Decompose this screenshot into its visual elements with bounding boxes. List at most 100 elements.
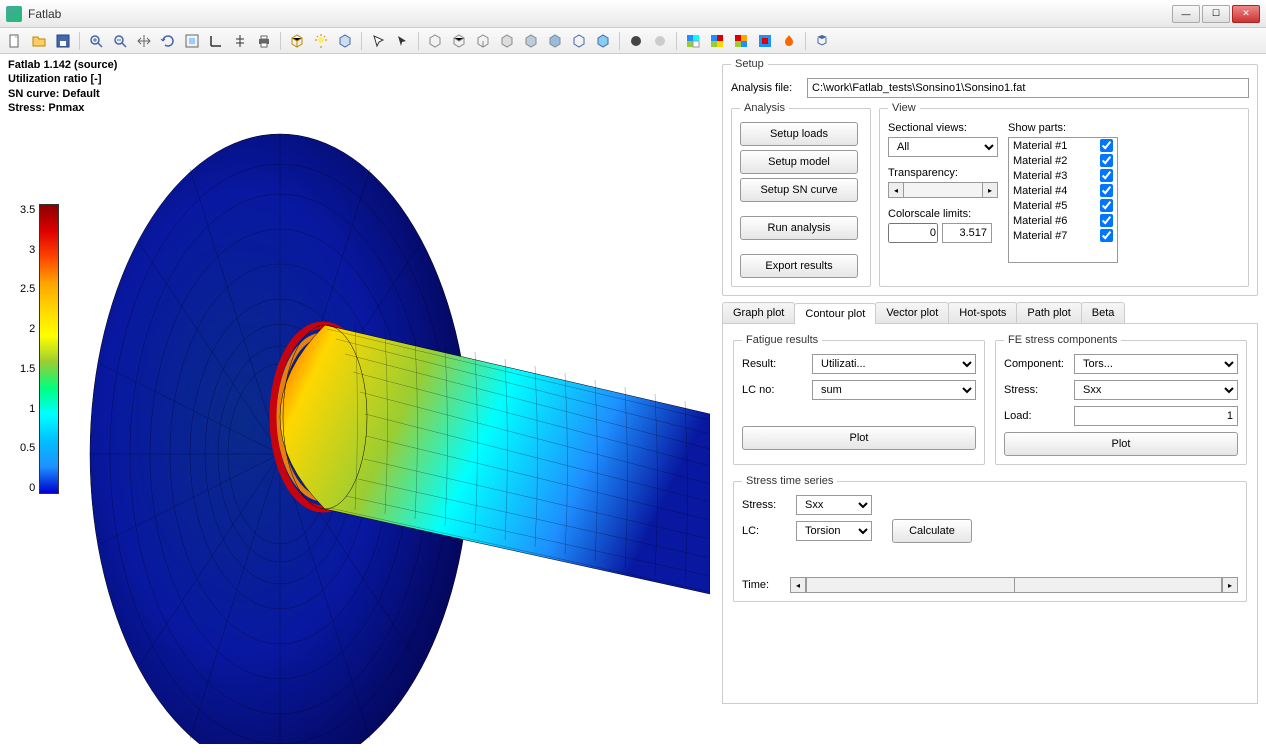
- part-checkbox[interactable]: [1100, 139, 1113, 152]
- setup-sn-button[interactable]: Setup SN curve: [740, 178, 858, 202]
- cube3-icon[interactable]: [472, 30, 494, 52]
- part-row[interactable]: Material #2: [1009, 153, 1117, 168]
- part-row[interactable]: Material #6: [1009, 213, 1117, 228]
- app-icon: [6, 6, 22, 22]
- time-slider-right-icon[interactable]: ▸: [1222, 577, 1238, 593]
- overlay-ratio: Utilization ratio [-]: [8, 72, 117, 86]
- tab-hot-spots[interactable]: Hot-spots: [948, 302, 1017, 323]
- transparency-slider[interactable]: ◂ ▸: [888, 182, 998, 198]
- cube1-icon[interactable]: [424, 30, 446, 52]
- select-icon[interactable]: [367, 30, 389, 52]
- setup-model-button[interactable]: Setup model: [740, 150, 858, 174]
- palette1-icon[interactable]: [682, 30, 704, 52]
- ts-lc-label: LC:: [742, 525, 790, 537]
- main-toolbar: [0, 28, 1266, 54]
- cube4-icon[interactable]: [496, 30, 518, 52]
- sphere-light-icon[interactable]: [649, 30, 671, 52]
- fit-view-icon[interactable]: [181, 30, 203, 52]
- part-label: Material #7: [1013, 230, 1067, 242]
- cube7-icon[interactable]: [568, 30, 590, 52]
- ts-lc-select[interactable]: Torsion: [796, 521, 872, 541]
- part-checkbox[interactable]: [1100, 184, 1113, 197]
- zoom-out-icon[interactable]: [109, 30, 131, 52]
- load-input[interactable]: [1074, 406, 1238, 426]
- maximize-button[interactable]: ☐: [1202, 5, 1230, 23]
- result-select[interactable]: Utilizati...: [812, 354, 976, 374]
- palette4-icon[interactable]: [754, 30, 776, 52]
- zoom-in-icon[interactable]: [85, 30, 107, 52]
- tab-beta[interactable]: Beta: [1081, 302, 1126, 323]
- part-checkbox[interactable]: [1100, 214, 1113, 227]
- light-icon[interactable]: [310, 30, 332, 52]
- pan-icon[interactable]: [133, 30, 155, 52]
- cube2-icon[interactable]: [448, 30, 470, 52]
- slider-right-icon[interactable]: ▸: [982, 182, 998, 198]
- ts-stress-select[interactable]: Sxx: [796, 495, 872, 515]
- part-row[interactable]: Material #5: [1009, 198, 1117, 213]
- colorbar-tick: 1: [20, 403, 35, 415]
- part-row[interactable]: Material #1: [1009, 138, 1117, 153]
- parts-list[interactable]: Material #1Material #2Material #3 Materia…: [1008, 137, 1118, 263]
- result-label: Result:: [742, 358, 806, 370]
- festress-plot-button[interactable]: Plot: [1004, 432, 1238, 456]
- component-label: Component:: [1004, 358, 1068, 370]
- new-file-icon[interactable]: [4, 30, 26, 52]
- fatigue-plot-button[interactable]: Plot: [742, 426, 976, 450]
- lcno-select[interactable]: sum: [812, 380, 976, 400]
- calculate-button[interactable]: Calculate: [892, 519, 972, 543]
- palette2-icon[interactable]: [706, 30, 728, 52]
- part-checkbox[interactable]: [1100, 199, 1113, 212]
- fe-stress-select[interactable]: Sxx: [1074, 380, 1238, 400]
- print-icon[interactable]: [253, 30, 275, 52]
- run-analysis-button[interactable]: Run analysis: [740, 216, 858, 240]
- colorbar-tick: 3.5: [20, 204, 35, 216]
- cube6-icon[interactable]: [544, 30, 566, 52]
- minimize-button[interactable]: —: [1172, 5, 1200, 23]
- part-row[interactable]: Material #4: [1009, 183, 1117, 198]
- tab-graph-plot[interactable]: Graph plot: [722, 302, 795, 323]
- tab-contour-plot[interactable]: Contour plot: [794, 303, 876, 324]
- export-results-button[interactable]: Export results: [740, 254, 858, 278]
- analysis-file-label: Analysis file:: [731, 82, 801, 94]
- part-row[interactable]: Material #3: [1009, 168, 1117, 183]
- wireframe-icon[interactable]: [286, 30, 308, 52]
- view-legend: View: [888, 102, 920, 114]
- save-file-icon[interactable]: [52, 30, 74, 52]
- palette3-icon[interactable]: [730, 30, 752, 52]
- contour-tab-content: Fatigue results Result: Utilizati... LC …: [722, 324, 1258, 704]
- time-slider[interactable]: ◂ ▸: [790, 577, 1238, 593]
- iso-view-icon[interactable]: [334, 30, 356, 52]
- colorscale-max-input[interactable]: [942, 223, 992, 243]
- pointer-icon[interactable]: [391, 30, 413, 52]
- part-row[interactable]: Material #7: [1009, 228, 1117, 243]
- tab-path-plot[interactable]: Path plot: [1016, 302, 1081, 323]
- analysis-file-input[interactable]: [807, 78, 1249, 98]
- flame-icon[interactable]: [778, 30, 800, 52]
- sphere-dark-icon[interactable]: [625, 30, 647, 52]
- time-slider-left-icon[interactable]: ◂: [790, 577, 806, 593]
- tab-vector-plot[interactable]: Vector plot: [875, 302, 949, 323]
- viewport-3d[interactable]: Fatlab 1.142 (source) Utilization ratio …: [0, 54, 718, 754]
- setup-loads-button[interactable]: Setup loads: [740, 122, 858, 146]
- cube8-icon[interactable]: [592, 30, 614, 52]
- slider-left-icon[interactable]: ◂: [888, 182, 904, 198]
- axes-icon[interactable]: [205, 30, 227, 52]
- time-label: Time:: [742, 579, 782, 591]
- part-checkbox[interactable]: [1100, 154, 1113, 167]
- part-label: Material #1: [1013, 140, 1067, 152]
- part-label: Material #6: [1013, 215, 1067, 227]
- close-button[interactable]: ✕: [1232, 5, 1260, 23]
- rotate-icon[interactable]: [157, 30, 179, 52]
- help-icon[interactable]: [811, 30, 833, 52]
- scale-icon[interactable]: [229, 30, 251, 52]
- part-checkbox[interactable]: [1100, 229, 1113, 242]
- sectional-views-select[interactable]: All: [888, 137, 998, 157]
- view-fieldset: View Sectional views: All Transparency: …: [879, 102, 1249, 287]
- colorscale-min-input[interactable]: [888, 223, 938, 243]
- cube5-icon[interactable]: [520, 30, 542, 52]
- window-title: Fatlab: [28, 7, 1172, 21]
- component-select[interactable]: Tors...: [1074, 354, 1238, 374]
- part-checkbox[interactable]: [1100, 169, 1113, 182]
- open-file-icon[interactable]: [28, 30, 50, 52]
- part-label: Material #4: [1013, 185, 1067, 197]
